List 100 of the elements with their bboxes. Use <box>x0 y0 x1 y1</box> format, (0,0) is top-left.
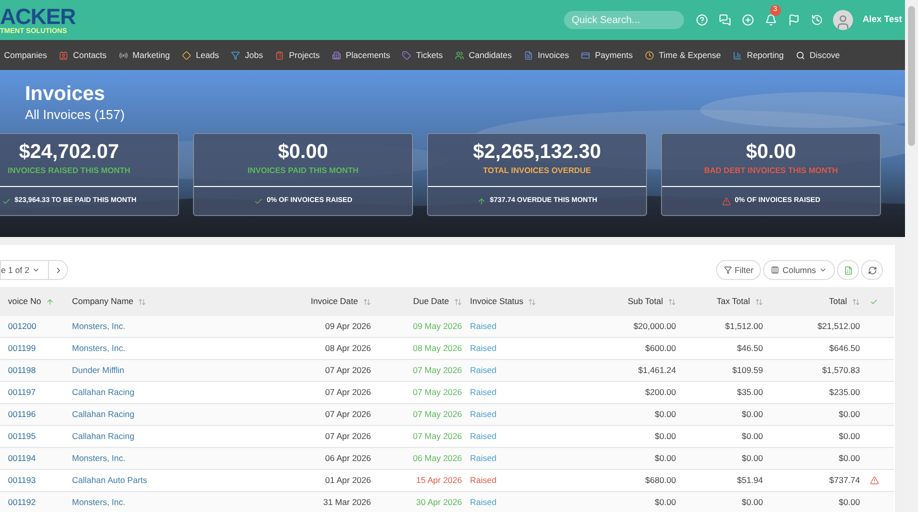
invoice-number-link[interactable]: 001198 <box>8 364 36 377</box>
nav-item[interactable]: Jobs <box>245 48 264 62</box>
table-cell: $1,461.24 <box>638 364 676 377</box>
sort-icon[interactable] <box>454 298 462 306</box>
due-date: 15 Apr 2026 <box>416 474 462 487</box>
refresh-icon <box>868 266 876 274</box>
sort-icon[interactable] <box>668 298 676 306</box>
table-cell: $0.00 <box>654 408 676 421</box>
status-label: Raised <box>470 342 496 355</box>
sort-icon[interactable] <box>528 298 536 306</box>
column-header[interactable]: Invoice Status <box>470 295 524 308</box>
sort-icon[interactable] <box>138 298 146 306</box>
due-date: 08 May 2026 <box>412 342 462 355</box>
search-icon <box>796 50 805 60</box>
caret-icon <box>819 266 827 274</box>
table-cell: $200.00 <box>645 386 676 399</box>
nav-item[interactable]: Leads <box>196 48 220 62</box>
page-subtitle: All Invoices (157) <box>25 107 126 124</box>
table-cell: $0.00 <box>654 452 676 465</box>
nav-item[interactable]: Contacts <box>73 48 107 62</box>
page-title: Invoices <box>25 82 106 107</box>
table-cell: $680.00 <box>645 474 676 487</box>
invoice-number-link[interactable]: 001200 <box>8 320 36 333</box>
page-select[interactable]: e 1 of 2 <box>0 260 48 280</box>
nav-item[interactable]: Candidates <box>468 48 512 62</box>
sort-icon[interactable] <box>852 298 860 306</box>
arrow-up-icon <box>476 196 486 206</box>
company-link[interactable]: Monsters, Inc. <box>72 496 126 509</box>
column-header[interactable]: Due Date <box>413 295 449 308</box>
check-icon <box>870 298 878 306</box>
company-link[interactable]: Callahan Auto Parts <box>72 474 148 487</box>
columns-button[interactable]: Columns <box>763 260 835 280</box>
bell-icon[interactable] <box>764 14 777 26</box>
card-icon <box>580 50 590 60</box>
company-link[interactable]: Callahan Racing <box>72 408 134 421</box>
company-link[interactable]: Callahan Racing <box>72 386 134 399</box>
table-cell: $646.50 <box>829 342 860 355</box>
nav-item[interactable]: Placements <box>346 48 390 62</box>
nav-item[interactable]: Time & Expense <box>658 48 721 62</box>
nav-item[interactable]: Invoices <box>538 48 569 62</box>
table-cell: $35.00 <box>737 386 763 399</box>
chat-icon[interactable] <box>718 14 731 26</box>
nav-item[interactable]: Reporting <box>746 48 784 62</box>
help-icon[interactable] <box>696 14 708 26</box>
history-icon[interactable] <box>810 14 823 26</box>
next-page-button[interactable] <box>48 260 68 280</box>
company-link[interactable]: Callahan Racing <box>72 430 134 443</box>
nav-item[interactable]: Companies <box>4 48 47 62</box>
nav-item[interactable]: Payments <box>594 48 633 62</box>
table-cell: 08 Apr 2026 <box>325 342 371 355</box>
due-date: 09 May 2026 <box>412 320 462 333</box>
contact-card-icon <box>59 50 68 60</box>
nav-item[interactable]: Discove <box>810 48 840 62</box>
people-icon <box>454 50 464 60</box>
invoice-number-link[interactable]: 001194 <box>8 452 36 465</box>
column-header[interactable]: Total <box>829 295 847 308</box>
filter-icon <box>724 266 732 274</box>
sort-icon[interactable] <box>363 298 371 306</box>
table-cell: $0.00 <box>838 408 860 421</box>
table-cell: 31 Mar 2026 <box>323 496 371 509</box>
flag-icon[interactable] <box>788 14 800 26</box>
invoice-number-link[interactable]: 001197 <box>8 386 36 399</box>
invoice-number-link[interactable]: 001192 <box>8 496 36 509</box>
company-link[interactable]: Monsters, Inc. <box>72 342 126 355</box>
due-date: 06 May 2026 <box>412 452 462 465</box>
stat-label: INVOICES RAISED THIS MONTH <box>8 165 130 178</box>
sort-icon[interactable] <box>755 298 763 306</box>
invoice-number-link[interactable]: 001199 <box>8 342 36 355</box>
column-header[interactable]: Company Name <box>72 295 134 308</box>
table-cell: $20,000.00 <box>633 320 676 333</box>
table-cell: $737.74 <box>829 474 860 487</box>
due-date: 07 May 2026 <box>412 408 462 421</box>
column-header[interactable]: voice No <box>8 295 42 308</box>
stat-value: $0.00 <box>746 140 796 166</box>
columns-icon <box>771 266 780 274</box>
table-cell: $0.00 <box>838 430 860 443</box>
table-cell: 01 Apr 2026 <box>325 474 371 487</box>
status-label: Raised <box>470 364 496 377</box>
table-cell: $46.50 <box>737 342 763 355</box>
column-header[interactable]: Invoice Date <box>310 295 358 308</box>
invoice-number-link[interactable]: 001193 <box>8 474 36 487</box>
avatar[interactable] <box>832 10 853 30</box>
status-label: Raised <box>470 430 496 443</box>
company-link[interactable]: Monsters, Inc. <box>72 452 126 465</box>
refresh-button[interactable] <box>861 260 883 280</box>
company-link[interactable]: Dunder Mifflin <box>72 364 124 377</box>
nav-item[interactable]: Tickets <box>416 48 443 62</box>
check-icon <box>2 196 11 206</box>
add-icon[interactable] <box>742 14 754 26</box>
nav-item[interactable]: Projects <box>289 48 320 62</box>
table-cell: $235.00 <box>829 386 860 399</box>
invoice-number-link[interactable]: 001195 <box>8 430 36 443</box>
filter-button[interactable]: Filter <box>716 260 762 280</box>
invoice-number-link[interactable]: 001196 <box>8 408 36 421</box>
sort-ascending-icon[interactable] <box>46 298 54 306</box>
nav-item[interactable]: Marketing <box>132 48 170 62</box>
column-header[interactable]: Tax Total <box>716 295 750 308</box>
company-link[interactable]: Monsters, Inc. <box>72 320 126 333</box>
column-header[interactable]: Sub Total <box>628 295 663 308</box>
stat-value: $24,702.07 <box>18 140 120 166</box>
